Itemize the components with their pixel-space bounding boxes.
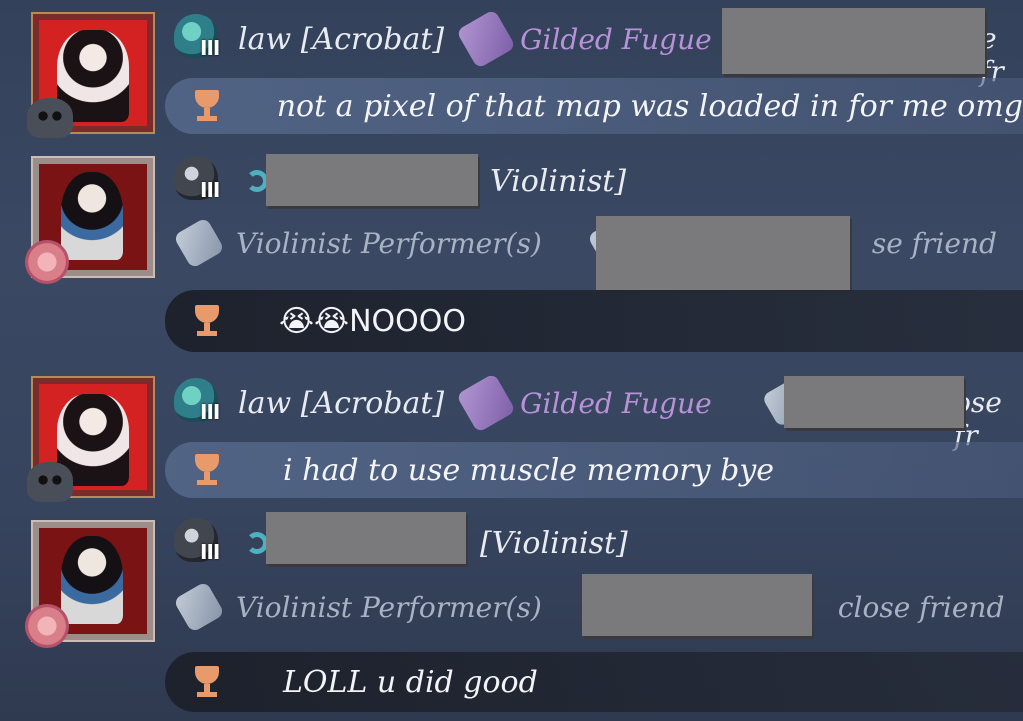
message-text: 😭😭NOOOO — [279, 303, 467, 339]
rose-decoration-icon — [25, 604, 69, 648]
chat-log: III law [Acrobat] Gilded Fugue e fr not … — [0, 0, 1023, 721]
badge-label: Gilded Fugue — [520, 386, 712, 420]
redacted-block — [596, 216, 850, 290]
relationship-fragment: se friend — [871, 226, 997, 260]
redacted-block — [784, 376, 964, 428]
trophy-icon — [189, 303, 225, 339]
skull-decoration-icon — [27, 462, 73, 502]
trophy-icon — [189, 88, 219, 124]
sender-name[interactable]: law [Acrobat] — [238, 386, 444, 421]
avatar[interactable] — [27, 376, 155, 502]
trophy-icon — [189, 664, 225, 700]
redacted-block — [582, 574, 812, 636]
purple-tag-icon — [456, 372, 517, 434]
teal-rank-emblem-icon: III — [172, 378, 228, 428]
dark-rank-emblem-icon: III — [172, 156, 228, 206]
skull-decoration-icon — [27, 98, 73, 138]
avatar-portrait — [61, 172, 123, 260]
avatar[interactable] — [25, 520, 155, 648]
sender-name-suffix[interactable]: Violinist] — [490, 164, 626, 199]
badge-label: Violinist Performer(s) — [236, 226, 542, 260]
trophy-icon — [189, 452, 225, 488]
rank-tier: III — [200, 400, 220, 424]
redacted-block — [266, 154, 478, 206]
redacted-block — [722, 8, 985, 74]
teal-rank-emblem-icon: III — [172, 14, 228, 64]
message-bubble: LOLL u did good — [165, 652, 1023, 712]
rose-decoration-icon — [25, 240, 69, 284]
message-bubble: i had to use muscle memory bye — [165, 442, 1023, 498]
badge-label: Violinist Performer(s) — [236, 590, 542, 624]
message-bubble: not a pixel of that map was loaded in fo… — [165, 78, 1023, 134]
redacted-block — [266, 512, 466, 564]
sender-name[interactable]: law [Acrobat] — [238, 22, 444, 57]
rank-tier: III — [200, 36, 220, 60]
rank-tier: III — [200, 540, 220, 564]
badge-row: Violinist Performer(s) se friend — [160, 217, 1023, 269]
message-bubble: 😭😭NOOOO — [165, 290, 1023, 352]
badge-label: Gilded Fugue — [520, 22, 712, 56]
avatar-portrait — [61, 536, 123, 624]
silver-tag-icon — [173, 581, 225, 633]
rank-tier: III — [200, 178, 220, 202]
dark-rank-emblem-icon: III — [172, 518, 228, 568]
purple-tag-icon — [456, 8, 517, 70]
relationship-fragment: close friend — [837, 590, 1005, 624]
message-text: not a pixel of that map was loaded in fo… — [276, 88, 1023, 124]
ring-icon — [246, 532, 268, 554]
avatar[interactable] — [27, 12, 155, 138]
message-text: LOLL u did good — [283, 664, 538, 700]
silver-tag-icon — [173, 217, 225, 269]
ring-icon — [246, 170, 268, 192]
sender-name-suffix[interactable]: [Violinist] — [480, 526, 628, 561]
avatar[interactable] — [25, 156, 155, 284]
message-text: i had to use muscle memory bye — [283, 452, 775, 488]
